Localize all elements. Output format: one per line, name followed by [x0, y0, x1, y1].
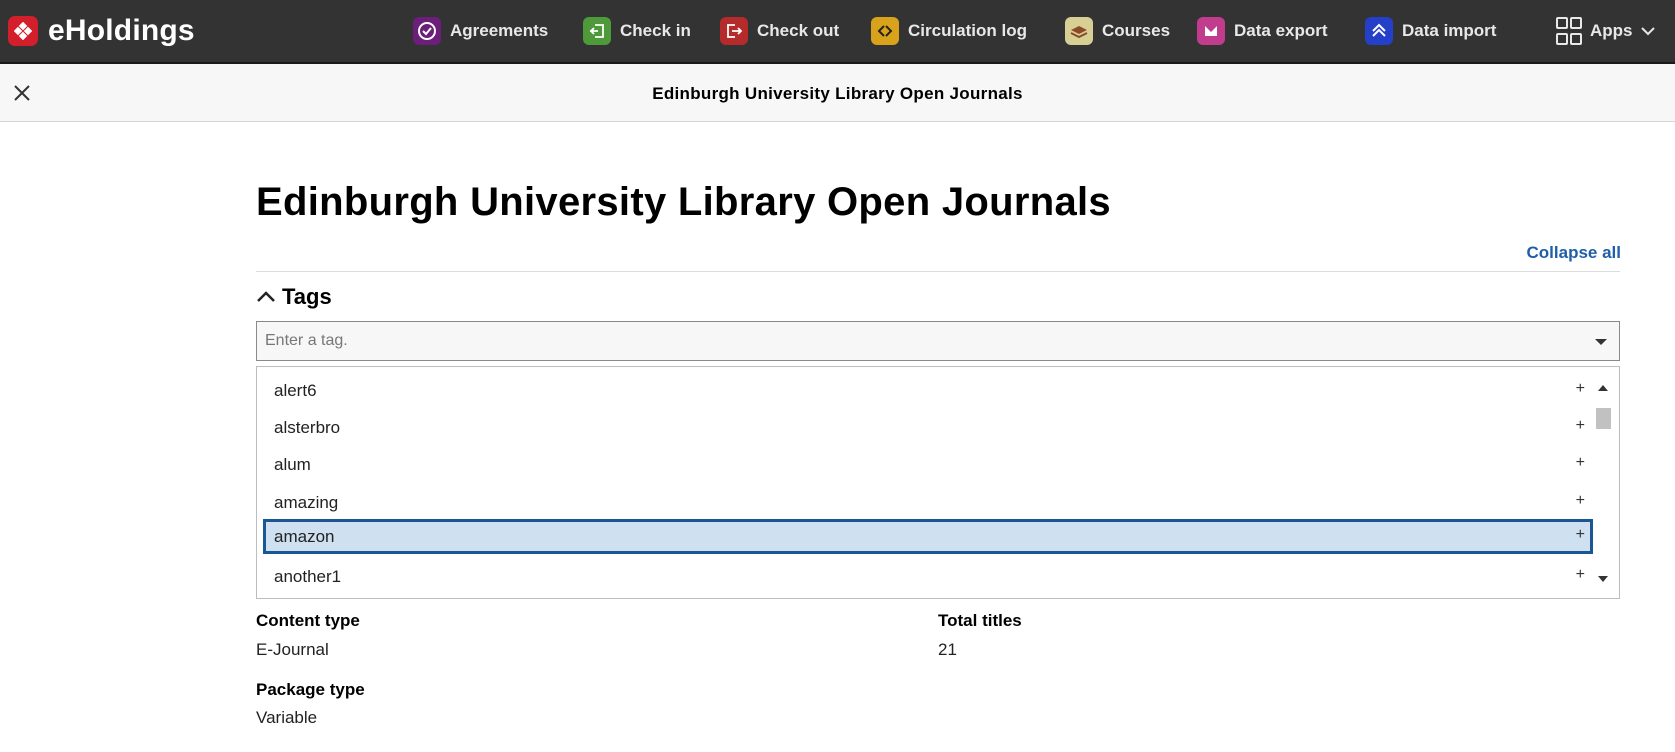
nav-check-out[interactable]: Check out — [720, 16, 839, 46]
apps-label: Apps — [1590, 21, 1633, 40]
apps-grid-icon — [1556, 17, 1582, 45]
tag-option[interactable]: amazing + — [263, 485, 1593, 520]
add-tag-icon: + — [1575, 380, 1585, 397]
tag-input[interactable] — [257, 322, 1577, 360]
tag-option[interactable]: alsterbro + — [263, 410, 1593, 445]
apps-menu-button[interactable]: Apps — [1556, 16, 1655, 46]
tags-accordion-header[interactable]: Tags — [256, 284, 332, 310]
add-tag-icon: + — [1575, 417, 1585, 434]
tag-option-label: another1 — [274, 566, 342, 586]
scroll-up-arrow-icon[interactable] — [1598, 385, 1608, 391]
add-tag-icon: + — [1575, 566, 1585, 583]
section-divider — [256, 271, 1620, 272]
tag-options-list: alert6 + alsterbro + alum + amazing + am… — [256, 366, 1620, 599]
nav-circulation-log[interactable]: Circulation log — [871, 16, 1027, 46]
chevron-down-icon — [1640, 27, 1655, 36]
add-tag-icon: + — [1575, 526, 1585, 543]
package-type-label: Package type — [256, 680, 365, 699]
tag-option[interactable]: alum + — [263, 447, 1593, 482]
tag-option-label: alert6 — [274, 380, 317, 400]
caret-down-icon — [1595, 339, 1607, 345]
nav-courses[interactable]: Courses — [1065, 16, 1170, 46]
package-type-value: Variable — [256, 708, 318, 727]
nav-data-export[interactable]: Data export — [1197, 16, 1328, 46]
nav-agreements-label: Agreements — [450, 21, 549, 40]
content-type-value: E-Journal — [256, 640, 329, 659]
add-tag-icon: + — [1575, 492, 1585, 509]
total-titles-value: 21 — [938, 640, 957, 659]
courses-icon — [1065, 17, 1093, 45]
app-title: eHoldings — [48, 14, 195, 47]
nav-data-import[interactable]: Data import — [1365, 16, 1496, 46]
pane-header: Edinburgh University Library Open Journa… — [0, 64, 1675, 122]
circulation-log-icon — [871, 17, 899, 45]
add-tag-icon: + — [1575, 454, 1585, 471]
tag-option[interactable]: alert6 + — [263, 373, 1593, 408]
tag-option-label: alum — [274, 454, 311, 474]
tag-option-label: amazon — [274, 526, 335, 546]
nav-data-import-label: Data import — [1402, 21, 1497, 40]
tag-option-active[interactable]: amazon + — [263, 519, 1593, 554]
nav-circulation-log-label: Circulation log — [908, 21, 1027, 40]
agreements-icon — [413, 17, 441, 45]
collapse-all-button[interactable]: Collapse all — [1527, 243, 1621, 263]
check-in-icon — [583, 17, 611, 45]
tags-section-title: Tags — [282, 284, 332, 309]
scrollbar-thumb[interactable] — [1596, 408, 1611, 429]
nav-agreements[interactable]: Agreements — [413, 16, 548, 46]
tag-option[interactable]: another1 + — [263, 559, 1593, 594]
total-titles-label: Total titles — [938, 611, 1022, 630]
nav-courses-label: Courses — [1102, 21, 1171, 40]
data-import-icon — [1365, 17, 1393, 45]
scroll-down-arrow-icon[interactable] — [1598, 576, 1608, 582]
record-title: Edinburgh University Library Open Journa… — [256, 180, 1111, 224]
nav-check-in-label: Check in — [620, 21, 691, 40]
top-navigation: eHoldings Agreements Check in Check out … — [0, 0, 1675, 64]
tag-multiselect — [256, 321, 1620, 361]
tag-dropdown-toggle[interactable] — [1589, 330, 1613, 354]
nav-check-in[interactable]: Check in — [583, 16, 691, 46]
options-scrollbar[interactable] — [1595, 381, 1613, 586]
content-type-label: Content type — [256, 611, 360, 630]
nav-data-export-label: Data export — [1234, 21, 1328, 40]
check-out-icon — [720, 17, 748, 45]
data-export-icon — [1197, 17, 1225, 45]
tag-option-label: alsterbro — [274, 417, 341, 437]
chevron-up-icon — [257, 291, 275, 302]
folio-logo-icon — [8, 16, 38, 46]
tag-option-label: amazing — [274, 492, 339, 512]
nav-check-out-label: Check out — [757, 21, 840, 40]
pane-header-title: Edinburgh University Library Open Journa… — [652, 84, 1023, 103]
app-brand[interactable]: eHoldings — [8, 14, 195, 48]
